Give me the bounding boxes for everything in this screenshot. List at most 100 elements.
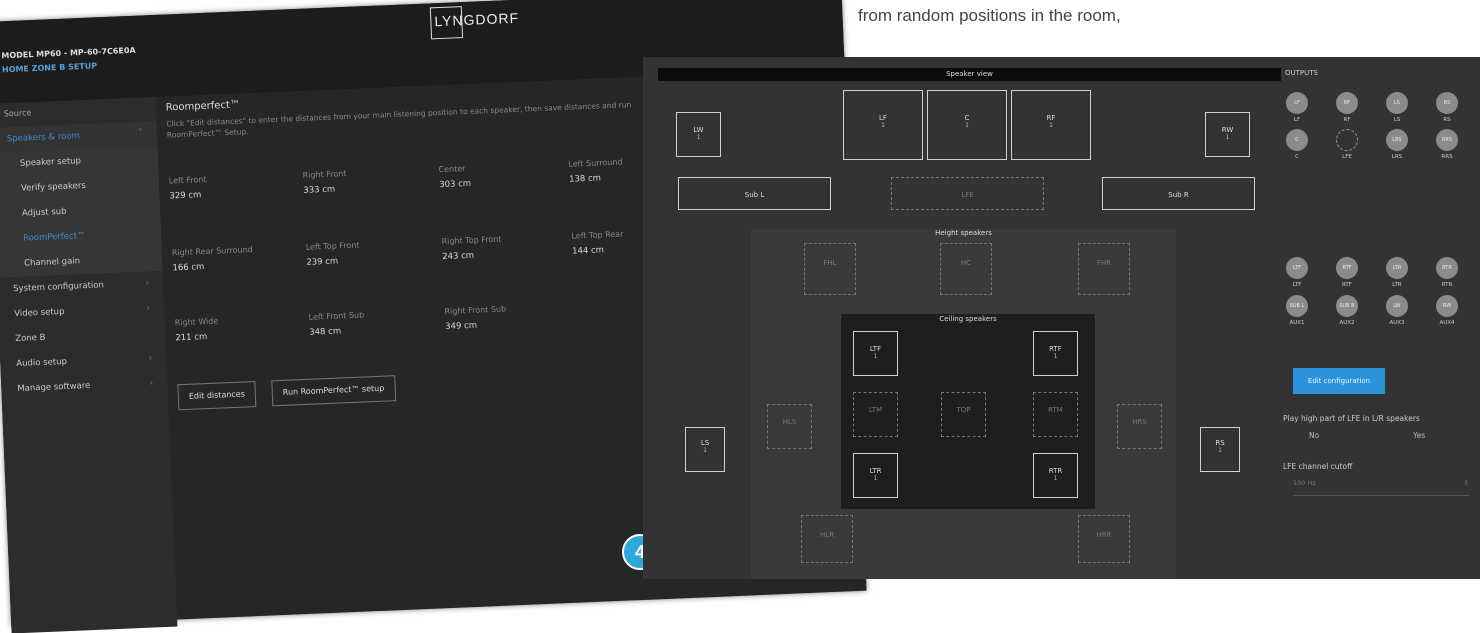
option-yes[interactable]: Yes <box>1413 431 1425 440</box>
edit-distances-button[interactable]: Edit distances <box>177 381 257 411</box>
output-circle: LS <box>1386 92 1408 114</box>
speaker-sub-r[interactable]: Sub R <box>1102 177 1255 210</box>
distance-entry: Right Top Front 243 cm <box>441 232 572 262</box>
speaker-name: LTM <box>868 405 883 414</box>
speaker-name: LS <box>700 439 710 448</box>
speaker-rw[interactable]: RW 1 <box>1205 112 1250 157</box>
output-channel[interactable]: LRS LRS <box>1384 129 1410 160</box>
speaker-count: 1 <box>1053 352 1058 360</box>
output-circle: LRS <box>1386 129 1408 151</box>
output-channel[interactable]: RW AUX4 <box>1434 295 1460 326</box>
breadcrumb[interactable]: HOME ZONE B SETUP <box>2 61 97 74</box>
source-label[interactable]: Source <box>4 108 32 118</box>
sidebar-item-label: Speaker setup <box>19 156 82 169</box>
chevron-icon: › <box>145 278 150 289</box>
speaker-rf[interactable]: RF 1 <box>1011 90 1091 160</box>
output-channel[interactable]: LFE <box>1334 129 1360 160</box>
output-channel[interactable]: RS RS <box>1434 92 1460 123</box>
output-channel[interactable]: SUB L AUX1 <box>1284 295 1310 326</box>
output-label: RTR <box>1441 282 1453 288</box>
output-label: RRS <box>1441 154 1453 160</box>
sidebar-item-label: Verify speakers <box>20 180 87 194</box>
output-channel[interactable]: RTF RTF <box>1334 257 1360 288</box>
output-label: LTR <box>1392 282 1402 288</box>
speaker-sub-l[interactable]: Sub L <box>678 177 831 210</box>
speaker-c[interactable]: C1 <box>927 90 1007 160</box>
distance-label: Right Top Front <box>441 234 502 247</box>
speaker-count: 1 <box>881 122 885 130</box>
speaker-ch[interactable]: HC <box>940 243 992 295</box>
lfe-cutoff-select[interactable]: 100 Hz ⇕ <box>1293 479 1469 496</box>
speaker-rtf[interactable]: RTF 1 <box>1033 331 1078 376</box>
run-roomperfect-button[interactable]: Run RoomPerfect™ setup <box>271 375 396 407</box>
output-channel[interactable]: LTR LTR <box>1384 257 1410 288</box>
speaker-hlr[interactable]: HLR <box>801 515 853 563</box>
speaker-name: LTF <box>869 344 882 353</box>
output-label: LF <box>1293 117 1301 123</box>
output-label: AUX1 <box>1289 320 1305 326</box>
speaker-count: 1 <box>1218 447 1222 455</box>
output-circle: LW <box>1386 295 1408 317</box>
page-title: Roomperfect™ <box>165 99 241 114</box>
distance-label: Right Wide <box>174 316 219 328</box>
output-channel[interactable]: LF LF <box>1284 92 1310 123</box>
output-channel[interactable]: LTF LTF <box>1284 257 1310 288</box>
speaker-rtr[interactable]: RTR 1 <box>1033 453 1078 498</box>
speaker-ltm[interactable]: LTM <box>853 392 898 437</box>
speaker-count: 1 <box>1049 122 1053 130</box>
speaker-hrr[interactable]: HRR <box>1078 515 1130 563</box>
speaker-fh-l[interactable]: FHL <box>804 243 856 295</box>
speaker-hr[interactable]: HRS <box>1117 404 1162 449</box>
output-circle: LTR <box>1386 257 1408 279</box>
output-channel[interactable]: LW AUX3 <box>1384 295 1410 326</box>
sidebar-item-label: Speakers & room <box>6 131 81 145</box>
speaker-name: RW <box>1221 125 1234 134</box>
speaker-rs[interactable]: RS 1 <box>1200 427 1240 472</box>
output-channel[interactable]: RRS RRS <box>1434 129 1460 160</box>
speaker-name: HLR <box>819 531 835 539</box>
speaker-name: HRS <box>1132 417 1147 426</box>
speaker-name: Sub R <box>1168 191 1189 199</box>
speaker-top[interactable]: TOP <box>941 392 986 437</box>
lfe-cutoff-value: 100 Hz <box>1293 479 1316 487</box>
speaker-ls[interactable]: LS 1 <box>685 427 725 472</box>
output-channel[interactable]: RTR RTR <box>1434 257 1460 288</box>
distance-value: 349 cm <box>444 320 478 333</box>
speaker-name: RTR <box>1048 466 1063 475</box>
output-channel[interactable]: SUB R AUX2 <box>1334 295 1360 326</box>
output-circle <box>1336 129 1358 151</box>
output-channel[interactable]: CC <box>1284 129 1310 160</box>
play-high-label: Play high part of LFE in L/R speakers <box>1283 414 1420 423</box>
speaker-hl[interactable]: HLS <box>767 404 812 449</box>
speaker-ltr[interactable]: LTR 1 <box>853 453 898 498</box>
speaker-rtm[interactable]: RTM <box>1033 392 1078 437</box>
speaker-fh-r[interactable]: FHR <box>1078 243 1130 295</box>
speaker-view-screen: Speaker view Height speakers Ceiling spe… <box>643 57 1480 579</box>
speaker-count: 1 <box>703 447 707 455</box>
speaker-count: 1 <box>1225 133 1230 141</box>
distance-entry: Left Front Sub 348 cm <box>308 307 439 337</box>
speaker-lf[interactable]: LF 1 <box>843 90 923 160</box>
distance-label: Center <box>438 164 466 175</box>
speaker-lfe[interactable]: LFE <box>891 177 1044 210</box>
output-channel[interactable]: LS LS <box>1384 92 1410 123</box>
output-label: AUX4 <box>1439 320 1455 326</box>
edit-configuration-button[interactable]: Edit configuration <box>1293 368 1385 394</box>
output-label: LRS <box>1391 154 1403 160</box>
height-speakers-title: Height speakers <box>935 229 992 237</box>
output-channel[interactable]: RF RF <box>1334 92 1360 123</box>
ceiling-speakers-title: Ceiling speakers <box>939 315 997 323</box>
speaker-lw[interactable]: LW 1 <box>676 112 721 157</box>
output-circle: SUB L <box>1286 295 1308 317</box>
option-no[interactable]: No <box>1309 431 1319 440</box>
distance-value: 166 cm <box>172 262 205 274</box>
brand-logo: LYNGDORF <box>434 9 520 30</box>
distance-value: 348 cm <box>309 326 342 338</box>
speaker-ltf[interactable]: LTF 1 <box>853 331 898 376</box>
speaker-name: TOP <box>956 405 971 414</box>
sidebar: Source Speakers & room ˅ Speaker setup Veri… <box>0 96 178 633</box>
output-circle: C <box>1286 129 1308 151</box>
output-label: LTF <box>1292 282 1302 288</box>
output-circle: RS <box>1436 92 1458 114</box>
distance-entry: Right Front 333 cm <box>303 165 434 196</box>
